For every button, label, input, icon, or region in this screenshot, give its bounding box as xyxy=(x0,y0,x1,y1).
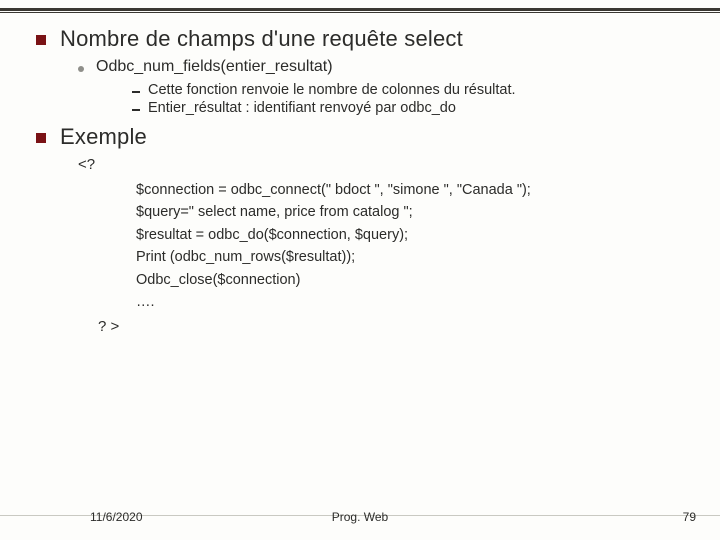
header-rule xyxy=(0,8,720,11)
footer-title: Prog. Web xyxy=(0,510,720,524)
slide-content: Nombre de champs d'une requête select Od… xyxy=(36,26,690,490)
code-line: Print (odbc_num_rows($resultat)); xyxy=(136,246,690,268)
code-line: Odbc_close($connection) xyxy=(136,269,690,291)
dash-bullet-icon xyxy=(132,109,140,111)
php-close-tag: ? > xyxy=(98,318,690,335)
code-block: $connection = odbc_connect(" bdoct ", "s… xyxy=(136,179,690,314)
code-line: …. xyxy=(136,291,690,313)
bullet-level3: Cette fonction renvoie le nombre de colo… xyxy=(132,82,690,98)
dash-bullet-icon xyxy=(132,91,140,93)
function-signature: Odbc_num_fields(entier_resultat) xyxy=(96,58,333,76)
code-line: $resultat = odbc_do($connection, $query)… xyxy=(136,224,690,246)
square-bullet-icon xyxy=(36,133,46,143)
bullet-level2: Odbc_num_fields(entier_resultat) xyxy=(78,58,690,76)
php-open-tag: <? xyxy=(78,156,690,173)
description-line: Cette fonction renvoie le nombre de colo… xyxy=(148,82,516,98)
bullet-level1: Exemple xyxy=(36,124,690,150)
footer-page-number: 79 xyxy=(683,510,696,524)
description-line: Entier_résultat : identifiant renvoyé pa… xyxy=(148,100,456,116)
code-line: $connection = odbc_connect(" bdoct ", "s… xyxy=(136,179,690,201)
code-line: $query=" select name, price from catalog… xyxy=(136,201,690,223)
bullet-level3: Entier_résultat : identifiant renvoyé pa… xyxy=(132,100,690,116)
bullet-level1: Nombre de champs d'une requête select xyxy=(36,26,690,52)
section-title-2: Exemple xyxy=(60,124,147,150)
slide-footer: 11/6/2020 Prog. Web 79 xyxy=(0,504,720,528)
square-bullet-icon xyxy=(36,35,46,45)
section-title-1: Nombre de champs d'une requête select xyxy=(60,26,463,52)
dot-bullet-icon xyxy=(78,66,84,72)
